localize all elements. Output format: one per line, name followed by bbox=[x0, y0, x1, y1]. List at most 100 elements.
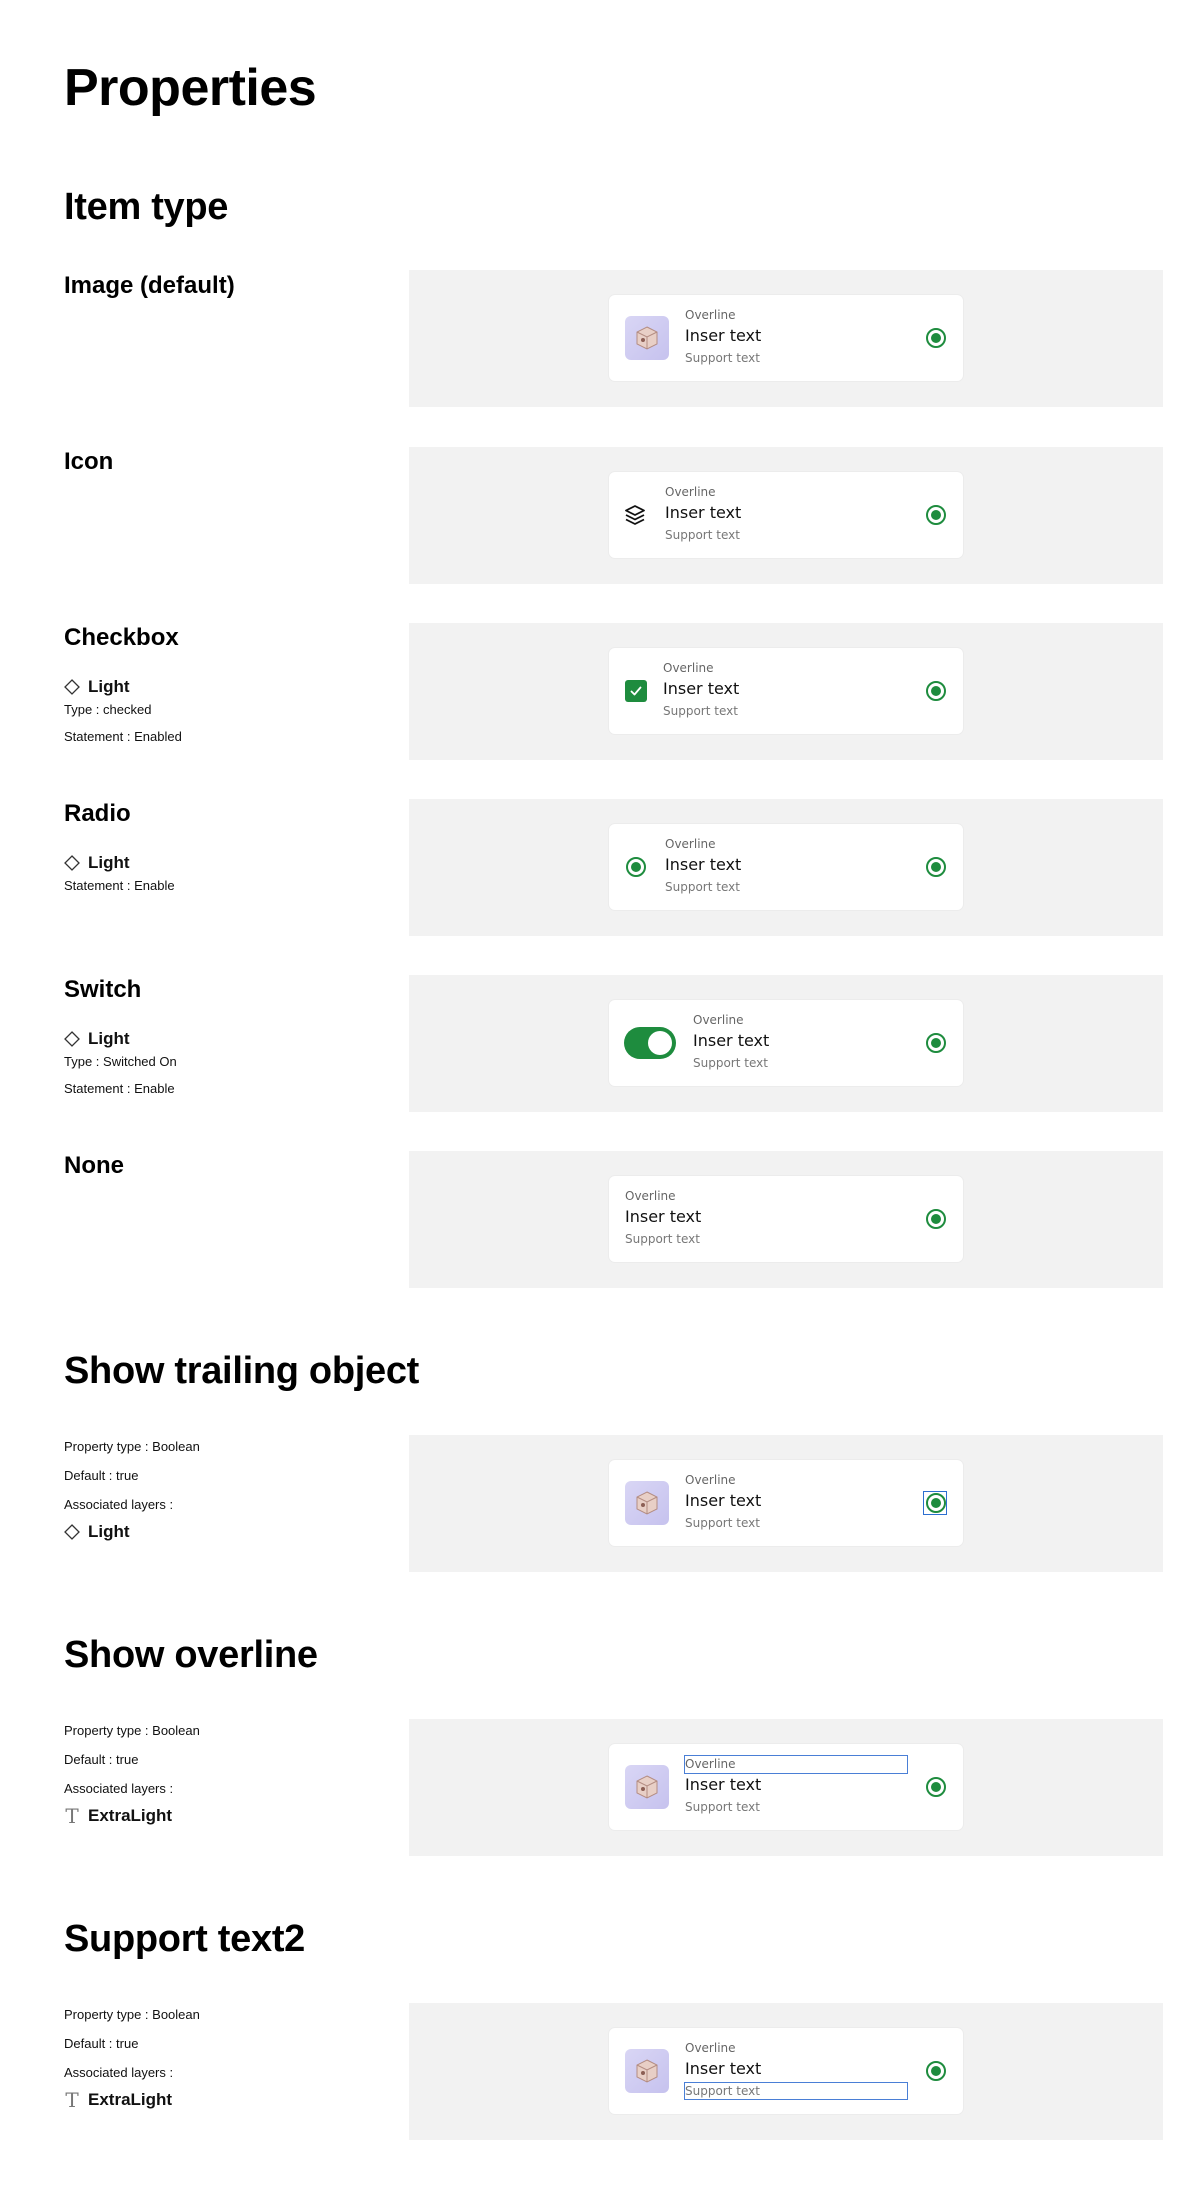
preview-stage-trailing: Overline Inser text Support text bbox=[409, 1435, 1163, 1572]
trailing-radio[interactable] bbox=[926, 1493, 946, 1513]
headline-text: Inser text bbox=[685, 1775, 762, 1794]
preview-stage-overline: Overline Inser text Support text bbox=[409, 1719, 1163, 1856]
layer-badge: Light bbox=[64, 674, 182, 700]
switch-knob bbox=[648, 1031, 672, 1055]
layer-badge: T ExtraLight bbox=[64, 1803, 200, 1829]
support-text: Support text bbox=[663, 704, 738, 718]
headline-text: Inser text bbox=[625, 1207, 702, 1226]
support-text: Support text bbox=[685, 1516, 760, 1530]
property-line: Type : checked bbox=[64, 702, 152, 717]
list-item[interactable]: Overline Inser text Support text bbox=[609, 1000, 963, 1086]
list-item[interactable]: Overline Inser text Support text bbox=[609, 1460, 963, 1546]
variant-title-image: Image (default) bbox=[64, 272, 235, 299]
layer-badge: Light bbox=[64, 1519, 200, 1545]
support-text2-properties: Property type : Boolean Default : true A… bbox=[64, 2005, 200, 2113]
trailing-radio[interactable] bbox=[926, 1033, 946, 1053]
overline-text: Overline bbox=[665, 837, 716, 851]
component-diamond-icon bbox=[64, 1524, 80, 1540]
layer-name: Light bbox=[88, 1522, 130, 1541]
text-layer-icon: T bbox=[65, 1804, 79, 1828]
property-line: Default : true bbox=[64, 1752, 139, 1767]
property-line: Type : Switched On bbox=[64, 1054, 177, 1069]
property-line: Default : true bbox=[64, 2036, 139, 2051]
support-text: Support text bbox=[665, 528, 740, 542]
support-text: Support text bbox=[685, 1800, 760, 1814]
property-line: Statement : Enable bbox=[64, 1081, 175, 1096]
property-line: Property type : Boolean bbox=[64, 1723, 200, 1738]
trailing-radio[interactable] bbox=[926, 505, 946, 525]
preview-stage-checkbox: Overline Inser text Support text bbox=[409, 623, 1163, 760]
section-title-support-text2: Support text2 bbox=[64, 1918, 306, 1960]
list-item[interactable]: Overline Inser text Support text bbox=[609, 824, 963, 910]
support-text: Support text bbox=[665, 880, 740, 894]
trailing-radio[interactable] bbox=[926, 681, 946, 701]
trailing-radio[interactable] bbox=[926, 857, 946, 877]
list-item[interactable]: Overline Inser text Support text bbox=[609, 295, 963, 381]
switch-control[interactable] bbox=[624, 1021, 676, 1065]
checkbox-control[interactable] bbox=[624, 669, 648, 713]
variant-title-checkbox: Checkbox bbox=[64, 624, 179, 651]
property-line: Associated layers : bbox=[64, 1781, 174, 1796]
check-icon bbox=[630, 686, 642, 696]
headline-text: Inser text bbox=[665, 855, 742, 874]
property-line: Statement : Enabled bbox=[64, 729, 182, 744]
switch-toggle-on[interactable] bbox=[624, 1027, 676, 1059]
property-line: Property type : Boolean bbox=[64, 1439, 200, 1454]
section-title-show-overline: Show overline bbox=[64, 1634, 318, 1676]
variant-title-radio: Radio bbox=[64, 800, 131, 827]
trailing-radio[interactable] bbox=[926, 2061, 946, 2081]
section-title-item-type: Item type bbox=[64, 186, 229, 228]
thumbnail-image bbox=[625, 2049, 669, 2093]
support-text-selected: Support text bbox=[684, 2082, 908, 2100]
show-trailing-properties: Property type : Boolean Default : true A… bbox=[64, 1437, 200, 1545]
component-diamond-icon bbox=[64, 855, 80, 871]
radio-selected[interactable] bbox=[626, 857, 646, 877]
cube-icon bbox=[636, 326, 658, 350]
component-diamond-icon bbox=[64, 1031, 80, 1047]
checkbox-properties: Light Type : checked Statement : Enabled bbox=[64, 674, 182, 754]
preview-stage-none: Overline Inser text Support text bbox=[409, 1151, 1163, 1288]
list-item[interactable]: Overline Inser text Support text bbox=[609, 648, 963, 734]
thumbnail-image bbox=[625, 316, 669, 360]
trailing-radio[interactable] bbox=[926, 1209, 946, 1229]
support-text: Support text bbox=[693, 1056, 768, 1070]
section-title-show-trailing: Show trailing object bbox=[64, 1350, 420, 1392]
list-item[interactable]: Overline Inser text Support text bbox=[609, 1744, 963, 1830]
overline-text-selected: Overline bbox=[684, 1755, 908, 1774]
layer-name: Light bbox=[88, 677, 130, 696]
overline-text: Overline bbox=[685, 2041, 736, 2055]
trailing-radio[interactable] bbox=[926, 1777, 946, 1797]
overline-text: Overline bbox=[685, 308, 736, 322]
preview-stage-image: Overline Inser text Support text bbox=[409, 270, 1163, 407]
text-layer-icon: T bbox=[65, 2088, 79, 2112]
property-line: Associated layers : bbox=[64, 1497, 174, 1512]
layer-name: ExtraLight bbox=[88, 1806, 173, 1825]
headline-text: Inser text bbox=[685, 2059, 762, 2078]
overline-text: Overline bbox=[625, 1189, 676, 1203]
headline-text: Inser text bbox=[665, 503, 742, 522]
component-diamond-icon bbox=[64, 679, 80, 695]
cube-icon bbox=[636, 2059, 658, 2083]
list-item[interactable]: Overline Inser text Support text bbox=[609, 472, 963, 558]
list-item[interactable]: Overline Inser text Support text bbox=[609, 2028, 963, 2114]
radio-properties: Light Statement : Enable bbox=[64, 850, 175, 903]
trailing-radio[interactable] bbox=[926, 328, 946, 348]
layer-badge: Light bbox=[64, 1026, 177, 1052]
checkbox-checked[interactable] bbox=[625, 680, 647, 702]
cube-icon bbox=[636, 1491, 658, 1515]
overline-text: Overline bbox=[665, 485, 716, 499]
thumbnail-image bbox=[625, 1481, 669, 1525]
variant-title-icon: Icon bbox=[64, 448, 114, 475]
radio-control[interactable] bbox=[624, 845, 648, 889]
property-line: Statement : Enable bbox=[64, 878, 175, 893]
list-item[interactable]: Overline Inser text Support text bbox=[609, 1176, 963, 1262]
layer-badge: Light bbox=[64, 850, 175, 876]
property-line: Default : true bbox=[64, 1468, 139, 1483]
layer-name: ExtraLight bbox=[88, 2090, 173, 2109]
cube-icon bbox=[636, 1775, 658, 1799]
layer-name: Light bbox=[88, 1029, 130, 1048]
layers-icon bbox=[623, 493, 647, 537]
variant-title-switch: Switch bbox=[64, 976, 142, 1003]
variant-title-none: None bbox=[64, 1152, 124, 1179]
preview-stage-switch: Overline Inser text Support text bbox=[409, 975, 1163, 1112]
